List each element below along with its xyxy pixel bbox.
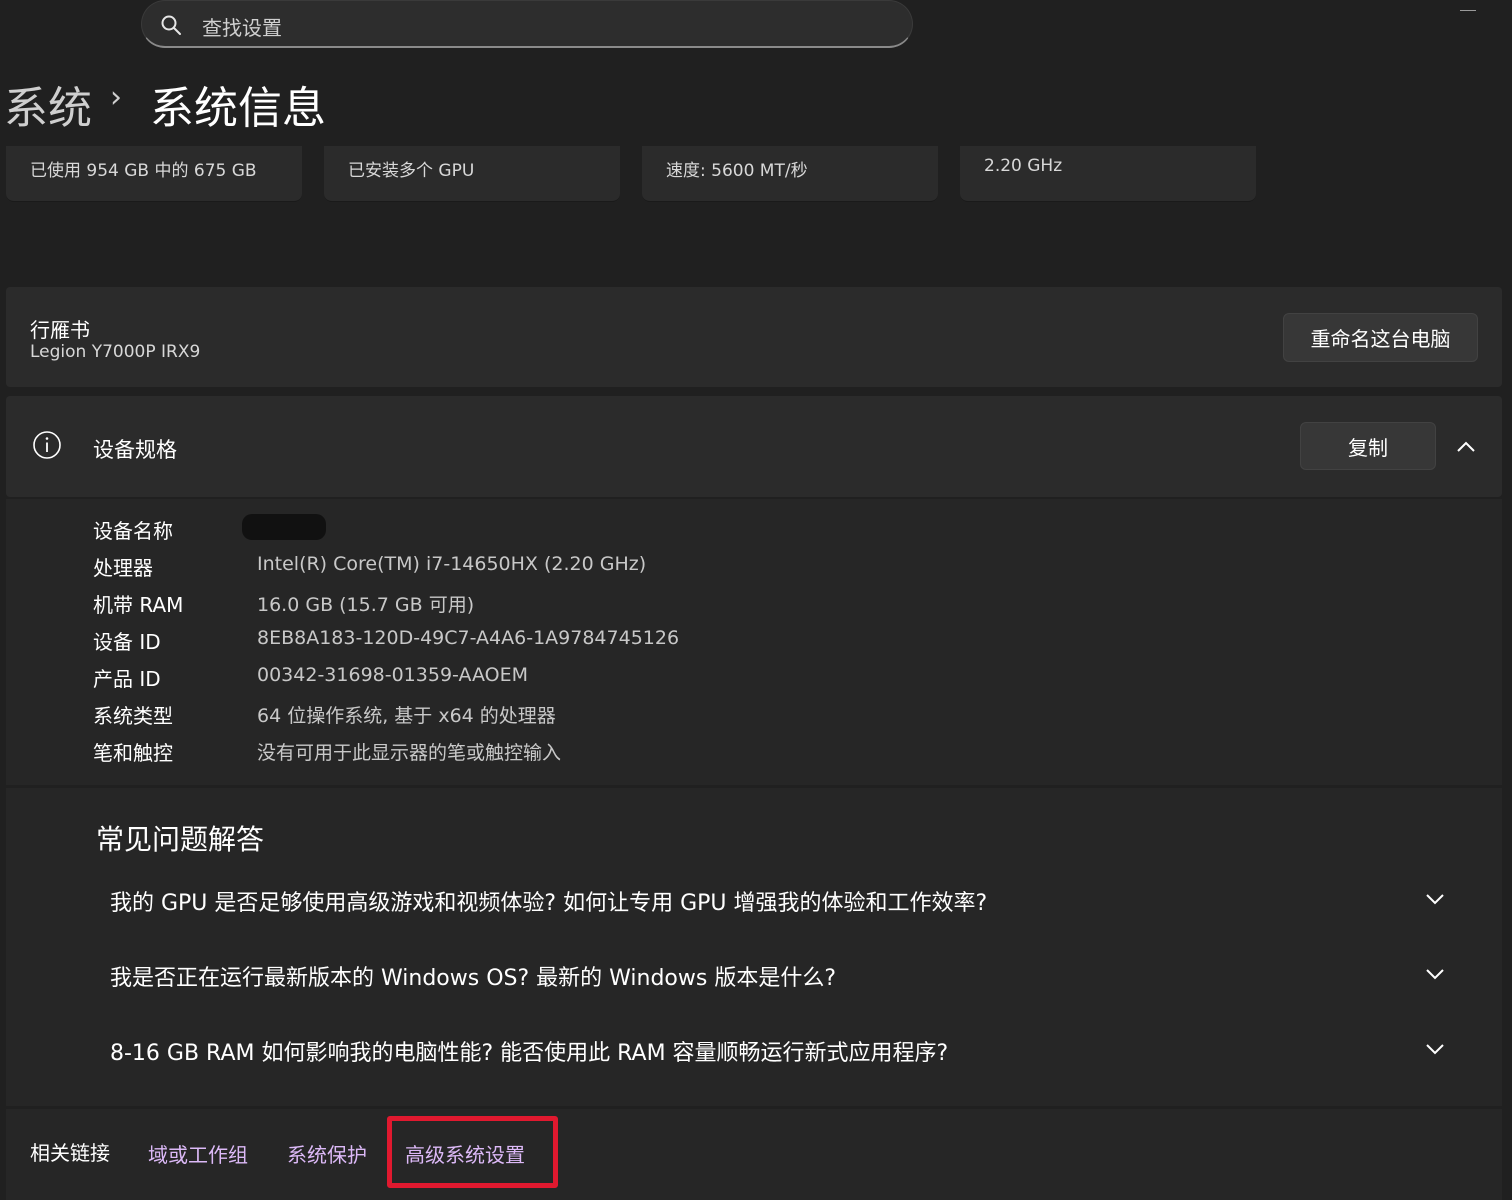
faq-title: 常见问题解答 bbox=[96, 823, 265, 856]
copy-button[interactable]: 复制 bbox=[1300, 422, 1436, 470]
storage-card[interactable]: 已使用 954 GB 中的 675 GB bbox=[6, 146, 302, 202]
processor-text: 2.20 GHz bbox=[984, 156, 1063, 176]
memory-text: 速度: 5600 MT/秒 bbox=[666, 161, 808, 181]
spec-label-pen-touch: 笔和触控 bbox=[93, 741, 173, 765]
breadcrumb-parent[interactable]: 系统 bbox=[4, 72, 92, 136]
redaction-mark bbox=[242, 514, 326, 540]
spec-label-product-id: 产品 ID bbox=[93, 667, 161, 691]
chevron-up-icon[interactable] bbox=[1455, 436, 1477, 458]
search-icon bbox=[161, 15, 181, 35]
pc-name: 行雁书 bbox=[30, 318, 90, 342]
storage-text: 已使用 954 GB 中的 675 GB bbox=[30, 161, 257, 181]
chevron-down-icon[interactable] bbox=[1424, 888, 1446, 910]
rename-pc-button[interactable]: 重命名这台电脑 bbox=[1283, 313, 1478, 362]
gpu-card[interactable]: 已安装多个 GPU bbox=[324, 146, 620, 202]
spec-value-processor: Intel(R) Core(TM) i7-14650HX (2.20 GHz) bbox=[257, 553, 647, 575]
faq-question[interactable]: 我是否正在运行最新版本的 Windows OS? 最新的 Windows 版本是… bbox=[110, 960, 836, 992]
spec-value-ram: 16.0 GB (15.7 GB 可用) bbox=[257, 594, 475, 616]
page-title: 系统信息 bbox=[150, 83, 326, 134]
link-system-protection[interactable]: 系统保护 bbox=[287, 1139, 367, 1168]
link-domain-workgroup[interactable]: 域或工作组 bbox=[148, 1139, 248, 1168]
faq-question[interactable]: 我的 GPU 是否足够使用高级游戏和视频体验? 如何让专用 GPU 增强我的体验… bbox=[110, 885, 987, 917]
memory-card[interactable]: 速度: 5600 MT/秒 bbox=[642, 146, 938, 202]
spec-label-ram: 机带 RAM bbox=[93, 593, 184, 617]
device-specs-header[interactable] bbox=[6, 396, 1502, 497]
processor-card[interactable]: 2.20 GHz bbox=[960, 146, 1256, 202]
device-specs-title: 设备规格 bbox=[93, 438, 177, 462]
chevron-right-icon: › bbox=[110, 80, 122, 115]
spec-value-device-id: 8EB8A183-120D-49C7-A4A6-1A9784745126 bbox=[257, 627, 680, 649]
info-icon bbox=[33, 431, 61, 459]
spec-label-system-type: 系统类型 bbox=[93, 704, 173, 728]
spec-label-device-name: 设备名称 bbox=[93, 519, 173, 543]
search-input[interactable]: 查找设置 bbox=[202, 12, 282, 41]
spec-value-pen-touch: 没有可用于此显示器的笔或触控输入 bbox=[257, 742, 562, 764]
chevron-down-icon[interactable] bbox=[1424, 1038, 1446, 1060]
device-specs-body bbox=[6, 499, 1502, 785]
spec-value-product-id: 00342-31698-01359-AAOEM bbox=[257, 664, 529, 686]
highlight-annotation bbox=[387, 1116, 558, 1188]
related-links-label: 相关链接 bbox=[30, 1141, 110, 1165]
spec-label-device-id: 设备 ID bbox=[93, 630, 161, 654]
gpu-text: 已安装多个 GPU bbox=[348, 161, 475, 181]
chevron-down-icon[interactable] bbox=[1424, 963, 1446, 985]
pc-name-card bbox=[6, 287, 1502, 387]
spec-value-system-type: 64 位操作系统, 基于 x64 的处理器 bbox=[257, 705, 556, 727]
pc-model: Legion Y7000P IRX9 bbox=[30, 342, 201, 362]
faq-question[interactable]: 8-16 GB RAM 如何影响我的电脑性能? 能否使用此 RAM 容量顺畅运行… bbox=[110, 1035, 948, 1067]
minimize-button[interactable] bbox=[1460, 10, 1476, 11]
spec-label-processor: 处理器 bbox=[93, 556, 153, 580]
